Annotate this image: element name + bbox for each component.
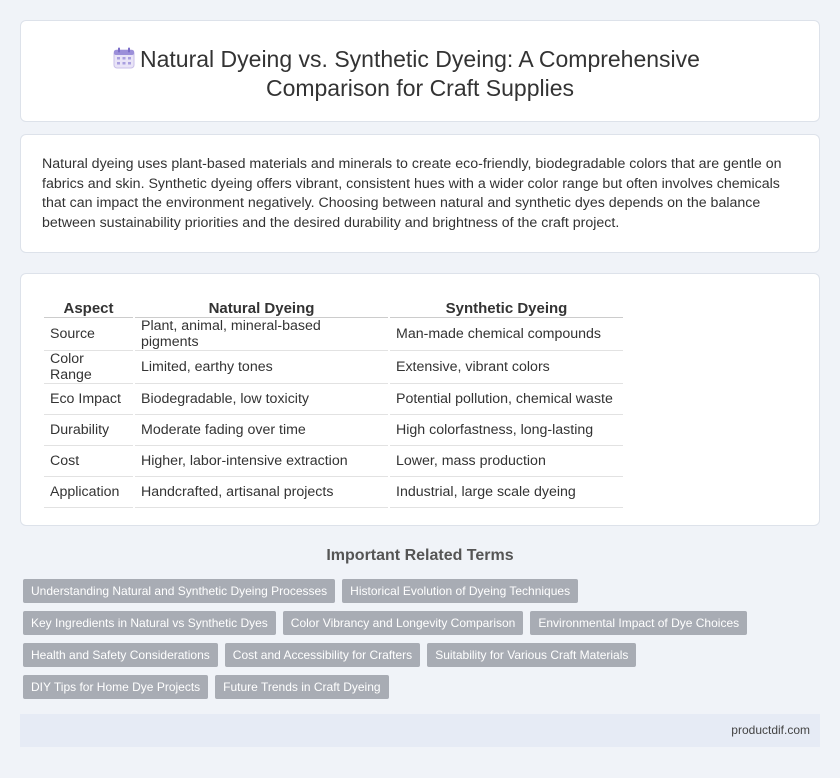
cell-synthetic: Potential pollution, chemical waste	[390, 384, 623, 415]
table-row: Eco Impact Biodegradable, low toxicity P…	[44, 384, 623, 415]
cell-natural: Moderate fading over time	[135, 415, 388, 446]
cell-aspect: Source	[44, 318, 133, 351]
table-row: Application Handcrafted, artisanal proje…	[44, 477, 623, 508]
cell-aspect: Eco Impact	[44, 384, 133, 415]
related-terms-list: Understanding Natural and Synthetic Dyei…	[23, 579, 803, 707]
tag-row: Health and Safety Considerations Cost an…	[23, 643, 803, 667]
related-term-link[interactable]: Cost and Accessibility for Crafters	[224, 643, 421, 667]
tag-row: Key Ingredients in Natural vs Synthetic …	[23, 611, 803, 635]
tag-row: Understanding Natural and Synthetic Dyei…	[23, 579, 803, 603]
cell-synthetic: Extensive, vibrant colors	[390, 351, 623, 384]
cell-synthetic: Lower, mass production	[390, 446, 623, 477]
table-row: Source Plant, animal, mineral-based pigm…	[44, 318, 623, 351]
tag-row: DIY Tips for Home Dye Projects Future Tr…	[23, 675, 803, 699]
header-aspect: Aspect	[44, 296, 133, 318]
footer: productdif.com	[20, 714, 820, 747]
table-header-row: Aspect Natural Dyeing Synthetic Dyeing	[44, 296, 623, 318]
header-synthetic-dyeing: Synthetic Dyeing	[390, 296, 623, 318]
cell-synthetic: Industrial, large scale dyeing	[390, 477, 623, 508]
cell-synthetic: High colorfastness, long-lasting	[390, 415, 623, 446]
cell-natural: Limited, earthy tones	[135, 351, 388, 384]
intro-paragraph: Natural dyeing uses plant-based material…	[42, 156, 782, 231]
header-natural-dyeing: Natural Dyeing	[135, 296, 388, 318]
related-term-link[interactable]: Future Trends in Craft Dyeing	[215, 675, 389, 699]
intro-card: Natural dyeing uses plant-based material…	[20, 134, 820, 253]
comparison-table-card: Aspect Natural Dyeing Synthetic Dyeing S…	[20, 273, 820, 526]
related-term-link[interactable]: Health and Safety Considerations	[23, 643, 218, 667]
related-term-link[interactable]: Color Vibrancy and Longevity Comparison	[282, 611, 524, 635]
header-card: Natural Dyeing vs. Synthetic Dyeing: A C…	[20, 20, 820, 122]
related-term-link[interactable]: Understanding Natural and Synthetic Dyei…	[23, 579, 336, 603]
cell-natural: Higher, labor-intensive extraction	[135, 446, 388, 477]
footer-site-link[interactable]: productdif.com	[731, 723, 810, 737]
cell-aspect: Cost	[44, 446, 133, 477]
related-term-link[interactable]: DIY Tips for Home Dye Projects	[23, 675, 209, 699]
table-row: Durability Moderate fading over time Hig…	[44, 415, 623, 446]
related-term-link[interactable]: Suitability for Various Craft Materials	[427, 643, 637, 667]
cell-natural: Handcrafted, artisanal projects	[135, 477, 388, 508]
related-term-link[interactable]: Key Ingredients in Natural vs Synthetic …	[23, 611, 276, 635]
cell-aspect: Color Range	[44, 351, 133, 384]
page-title: Natural Dyeing vs. Synthetic Dyeing: A C…	[140, 46, 700, 101]
cell-synthetic: Man-made chemical compounds	[390, 318, 623, 351]
cell-natural: Biodegradable, low toxicity	[135, 384, 388, 415]
table-row: Cost Higher, labor-intensive extraction …	[44, 446, 623, 477]
related-term-link[interactable]: Historical Evolution of Dyeing Technique…	[342, 579, 579, 603]
related-terms-heading: Important Related Terms	[326, 547, 514, 564]
cell-aspect: Durability	[44, 415, 133, 446]
related-term-link[interactable]: Environmental Impact of Dye Choices	[530, 611, 748, 635]
comparison-table: Aspect Natural Dyeing Synthetic Dyeing S…	[42, 296, 625, 508]
cell-natural: Plant, animal, mineral-based pigments	[135, 318, 388, 351]
table-row: Color Range Limited, earthy tones Extens…	[44, 351, 623, 384]
cell-aspect: Application	[44, 477, 133, 508]
